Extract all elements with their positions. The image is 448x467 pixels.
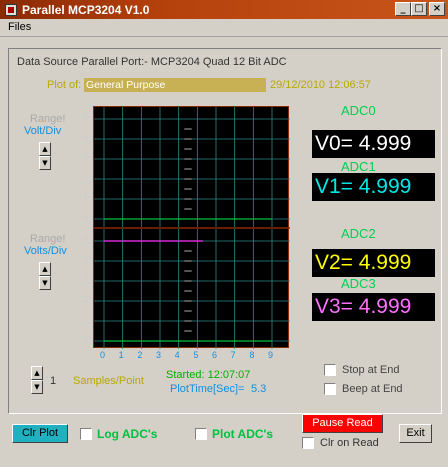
range-top-label: Range!: [30, 113, 66, 125]
x-tick-label: 4: [174, 350, 180, 360]
pause-read-button[interactable]: Pause Read: [302, 414, 383, 433]
x-tick-label: 7: [230, 350, 236, 360]
window-title: Parallel MCP3204 V1.0: [22, 2, 150, 17]
datetime-label: 29/12/2010 12:06:57: [270, 79, 371, 91]
plot-of-label: Plot of:: [47, 79, 82, 91]
y-tick-label: 3: [83, 274, 89, 284]
range-top-unit: Volt/Div: [24, 125, 62, 137]
plottime-value: 5.3: [251, 383, 267, 395]
adc1-value: V1= 4.999: [312, 173, 435, 201]
menu-bar: Files: [0, 19, 448, 37]
range-bottom-label: Range!: [30, 233, 66, 245]
plot-adcs-label: Plot ADC's: [212, 427, 274, 441]
y-tick-label: 0: [83, 212, 89, 222]
y-tick-label: 4: [83, 254, 89, 264]
adc3-value: V3= 4.999: [312, 293, 435, 321]
range-bottom-up[interactable]: ▲: [39, 262, 51, 276]
samples-down[interactable]: ▼: [31, 380, 43, 394]
log-adcs-checkbox[interactable]: [80, 428, 92, 440]
samples-up[interactable]: ▲: [31, 366, 43, 380]
y-tick-label: 2: [83, 172, 89, 182]
minimize-button[interactable]: _: [395, 2, 411, 16]
title-bar: Parallel MCP3204 V1.0 _ □ ×: [0, 0, 448, 19]
clr-on-read-label: Clr on Read: [320, 437, 379, 449]
stop-at-end-checkbox[interactable]: [324, 364, 336, 376]
plot-of-field[interactable]: General Purpose: [84, 78, 266, 92]
samples-value: 1: [50, 375, 57, 387]
range-top-up[interactable]: ▲: [39, 142, 51, 156]
range-bottom-down[interactable]: ▼: [39, 276, 51, 290]
menu-files[interactable]: Files: [8, 21, 31, 33]
y-tick-label: 4: [83, 132, 89, 142]
adc0-label: ADC0: [341, 103, 376, 118]
y-tick-label: 1: [83, 192, 89, 202]
y-tick-label: 5: [83, 234, 89, 244]
adc0-value: V0= 4.999: [312, 130, 435, 158]
range-bottom-unit: Volts/Div: [24, 245, 67, 257]
maximize-button[interactable]: □: [411, 2, 427, 16]
clr-on-read-checkbox[interactable]: [302, 437, 314, 449]
plot-area: [93, 106, 290, 349]
adc2-value: V2= 4.999: [312, 249, 435, 277]
x-tick-label: 5: [193, 350, 199, 360]
plottime-label: PlotTime[Sec]=: [170, 383, 245, 395]
y-tick-label: 2: [83, 294, 89, 304]
y-tick-label: 0: [83, 334, 89, 344]
beep-at-end-label: Beep at End: [342, 383, 403, 395]
x-tick-label: 6: [212, 350, 218, 360]
stop-at-end-label: Stop at End: [342, 364, 400, 376]
y-tick-label: 5: [83, 112, 89, 122]
app-icon[interactable]: [5, 3, 17, 16]
plot-svg: [94, 107, 290, 349]
plot-adcs-checkbox[interactable]: [195, 428, 207, 440]
log-adcs-label: Log ADC's: [97, 427, 158, 441]
started-label: Started: 12:07:07: [166, 369, 251, 381]
x-tick-label: 8: [249, 350, 255, 360]
x-tick-label: 3: [156, 350, 162, 360]
y-tick-label: 3: [83, 152, 89, 162]
x-tick-label: 0: [100, 350, 106, 360]
adc3-label: ADC3: [341, 276, 376, 291]
adc2-label: ADC2: [341, 226, 376, 241]
close-button[interactable]: ×: [429, 2, 445, 16]
samples-label: Samples/Point: [73, 375, 144, 387]
range-top-down[interactable]: ▼: [39, 156, 51, 170]
beep-at-end-checkbox[interactable]: [324, 383, 336, 395]
exit-button[interactable]: Exit: [399, 424, 432, 443]
x-tick-label: 2: [137, 350, 143, 360]
y-tick-label: 1: [83, 314, 89, 324]
data-source-label: Data Source Parallel Port:- MCP3204 Quad…: [17, 56, 287, 68]
clr-plot-button[interactable]: Clr Plot: [12, 424, 68, 443]
x-tick-label: 9: [268, 350, 274, 360]
x-tick-label: 1: [118, 350, 124, 360]
adc1-label: ADC1: [341, 159, 376, 174]
